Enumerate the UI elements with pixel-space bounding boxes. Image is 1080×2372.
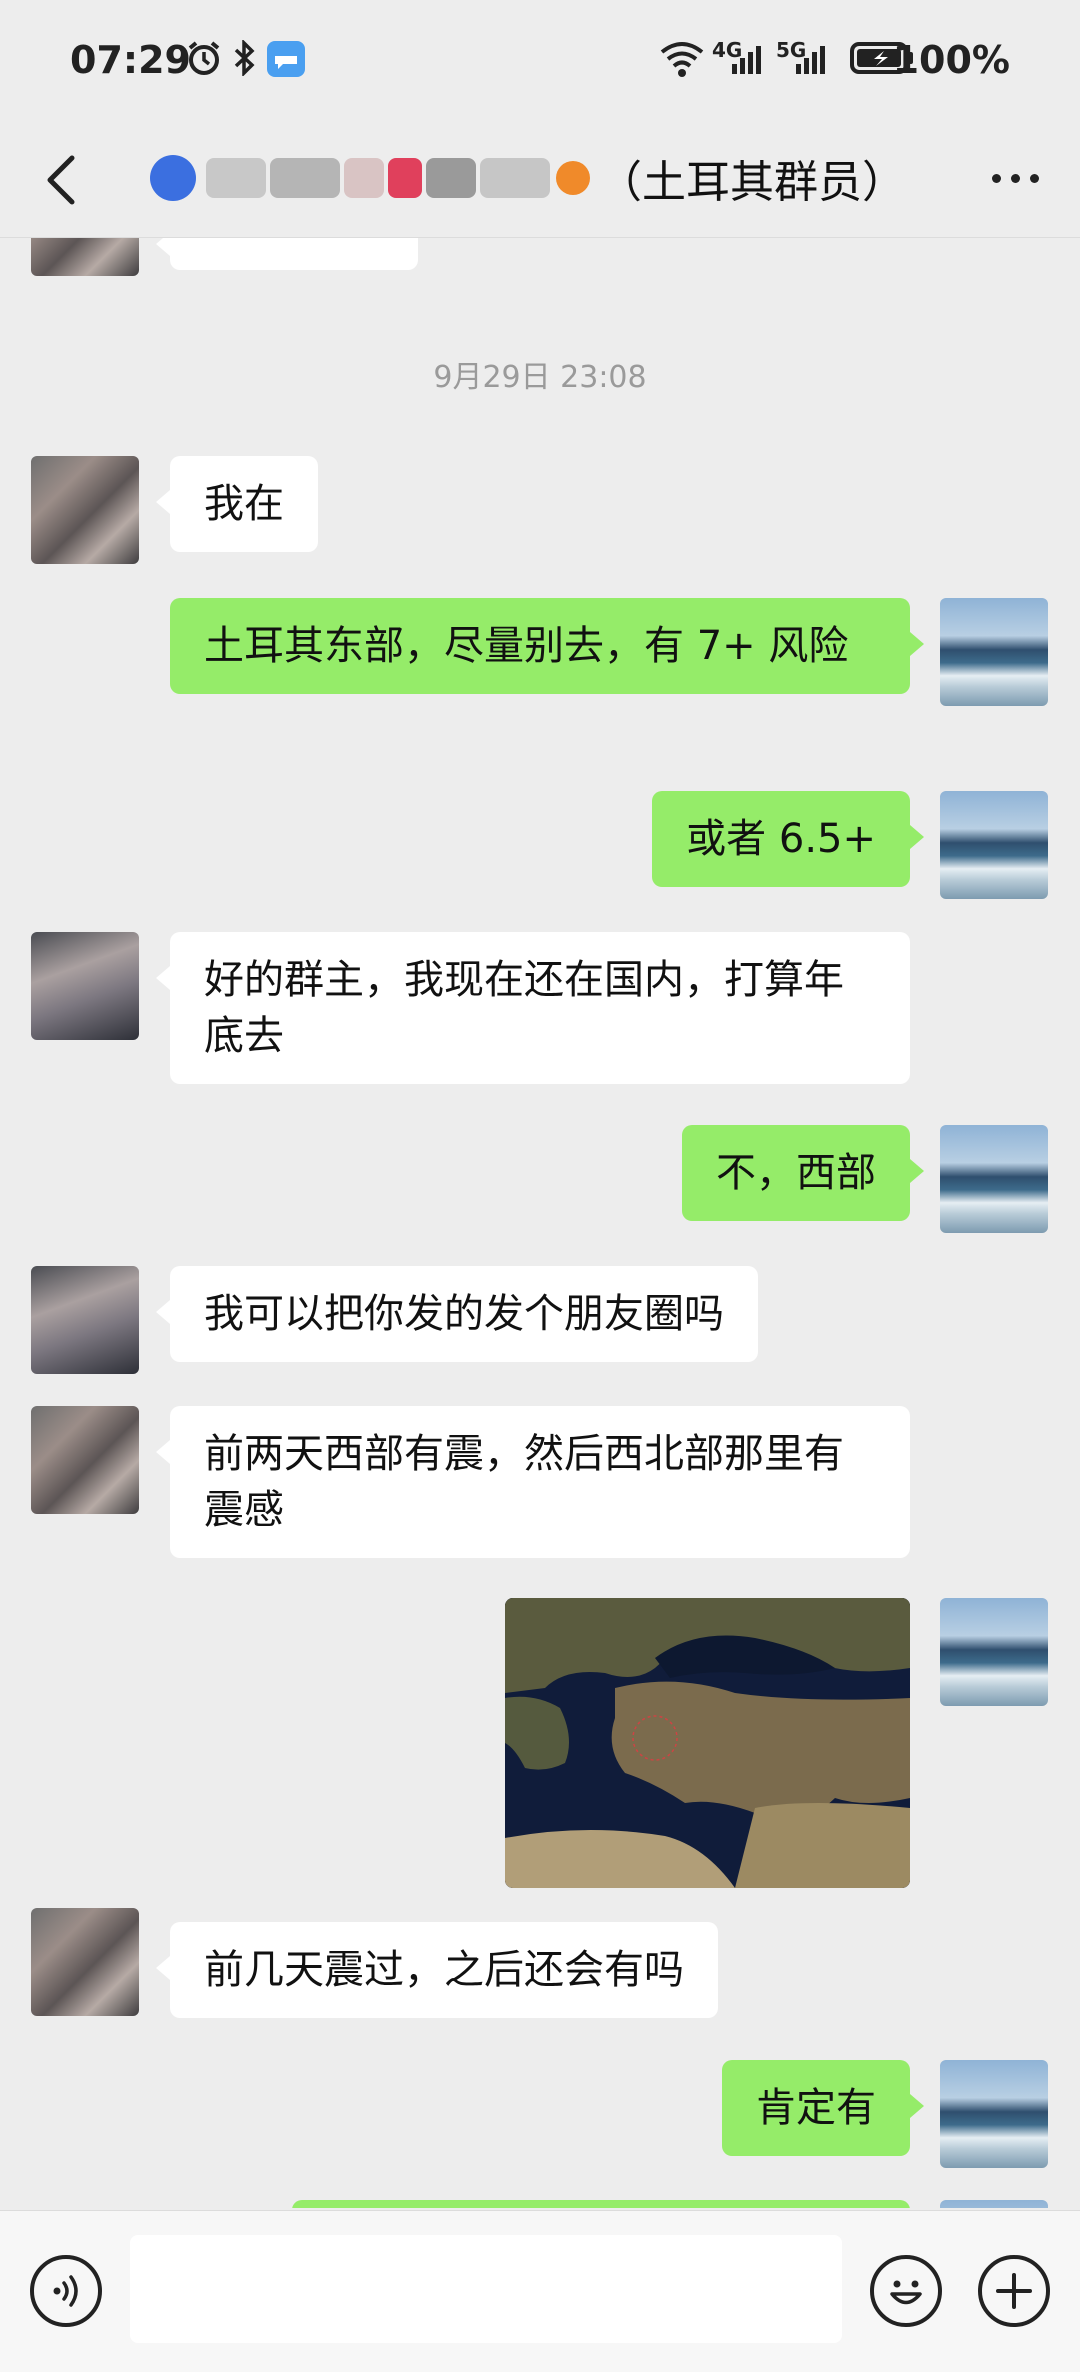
blurred-name-segment: [206, 158, 266, 198]
avatar[interactable]: [940, 598, 1048, 706]
message-bubble-out[interactable]: 肯定有: [722, 2060, 924, 2156]
avatar[interactable]: [31, 456, 139, 564]
chat-title-text: （土耳其群员）: [598, 157, 906, 208]
message-input[interactable]: [130, 2235, 842, 2343]
map-image-graphic: [505, 1598, 910, 1888]
signal-icon: [732, 46, 761, 74]
message-bubble-in[interactable]: 好的群主，我现在还在国内，打算年底去: [156, 932, 910, 1084]
avatar[interactable]: [31, 932, 139, 1040]
avatar[interactable]: [31, 1266, 139, 1374]
chat-header: （土耳其群员）: [0, 120, 1080, 238]
avatar[interactable]: [940, 1125, 1048, 1233]
message-bubble-in[interactable]: 前几天震过，之后还会有吗: [156, 1922, 718, 2018]
map-image[interactable]: [505, 1598, 910, 1888]
voice-icon[interactable]: [30, 2255, 102, 2327]
blurred-name-segment: [344, 158, 384, 198]
input-bar: [0, 2210, 1080, 2372]
message-icon: [267, 41, 305, 77]
blurred-name-segment: [480, 158, 550, 198]
battery-percent: 100%: [892, 38, 1010, 82]
avatar[interactable]: [940, 791, 1048, 899]
message-bubble-in[interactable]: 我可以把你发的发个朋友圈吗: [156, 1266, 758, 1362]
message-bubble-partial[interactable]: [292, 2200, 910, 2208]
more-dots-icon[interactable]: [980, 146, 1050, 210]
status-time: 07:29: [70, 38, 191, 82]
blurred-name-segment: [426, 158, 476, 198]
avatar[interactable]: [31, 238, 139, 276]
message-bubble-partial[interactable]: [156, 238, 418, 270]
bluetooth-icon: [234, 40, 255, 76]
wifi-icon: [660, 42, 704, 77]
status-bar: 07:29 4G 5G 100%: [0, 0, 1080, 120]
emoji-face-glyph: [890, 2280, 922, 2305]
message-list[interactable]: 9月29日 23:08 我在 土耳其东部，尽量别去，有 7+ 风险 或者 6.5…: [0, 238, 1080, 2208]
alarm-icon: [188, 41, 220, 75]
avatar[interactable]: [31, 1908, 139, 2016]
message-timestamp: 9月29日 23:08: [433, 360, 647, 395]
message-bubble-in[interactable]: 我在: [156, 456, 318, 552]
group-emoji-icon: [150, 155, 196, 201]
plus-glyph: [996, 2273, 1032, 2309]
chevron-left-icon[interactable]: [30, 140, 90, 220]
message-bubble-out[interactable]: 或者 6.5+: [652, 791, 924, 887]
message-bubble-in[interactable]: 前两天西部有震，然后西北部那里有震感: [156, 1406, 910, 1558]
avatar[interactable]: [31, 1406, 139, 1514]
avatar[interactable]: [940, 2060, 1048, 2168]
chat-title[interactable]: （土耳其群员）: [150, 146, 906, 210]
blurred-name-segment: [388, 158, 422, 198]
avatar[interactable]: [940, 1598, 1048, 1706]
signal-icon: [796, 46, 825, 74]
emoji-icon[interactable]: [870, 2255, 942, 2327]
blurred-name-segment: [270, 158, 340, 198]
message-bubble-out[interactable]: 不，西部: [682, 1125, 924, 1221]
plus-icon[interactable]: [978, 2255, 1050, 2327]
voice-wave-glyph: [53, 2275, 78, 2307]
avatar[interactable]: [940, 2200, 1048, 2208]
peach-emoji-icon: [556, 161, 590, 195]
message-bubble-out[interactable]: 土耳其东部，尽量别去，有 7+ 风险: [170, 598, 924, 694]
